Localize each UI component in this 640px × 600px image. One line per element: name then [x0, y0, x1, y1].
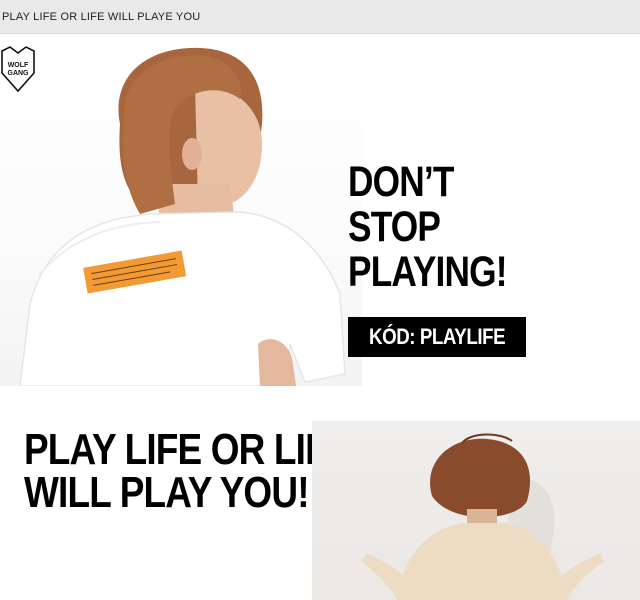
headline-line: DON’T [348, 158, 454, 206]
hero-image-woman-tshirt[interactable] [0, 44, 362, 386]
top-banner: PLAY LIFE OR LIFE WILL PLAYE YOU [0, 0, 640, 34]
headline-line: STOP [348, 203, 441, 251]
hero-headline-2: PLAY LIFE OR LIFE WILL PLAY YOU! [24, 425, 351, 517]
banner-text: PLAY LIFE OR LIFE WILL PLAYE YOU [2, 11, 201, 23]
hero-image-woman-dancing[interactable] [312, 421, 640, 600]
hero-headline-1: DON’T STOP PLAYING! [348, 160, 507, 295]
hero-photo-illustration-2 [362, 433, 604, 600]
wolf-gang-logo[interactable]: WOLF GANG [0, 45, 36, 93]
headline-line: PLAYING! [348, 248, 507, 296]
hero-photo-illustration [19, 47, 346, 386]
headline-line: WILL PLAY YOU! [24, 468, 310, 517]
logo-text-2: GANG [8, 70, 30, 77]
headline-line: PLAY LIFE OR LIFE [24, 425, 351, 474]
promo-code-button[interactable]: KÓD: PLAYLIFE [348, 317, 526, 357]
promo-code-label: KÓD: PLAYLIFE [368, 324, 506, 349]
logo-text-1: WOLF [8, 62, 29, 69]
